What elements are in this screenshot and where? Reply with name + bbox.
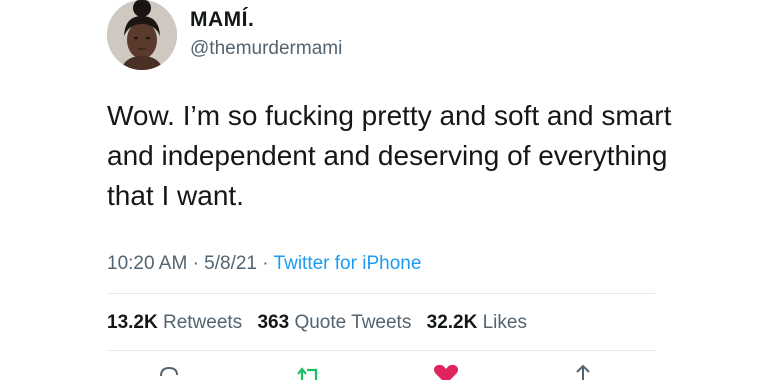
share-icon[interactable] <box>572 362 594 380</box>
retweets-stat[interactable]: 13.2K Retweets <box>107 312 242 333</box>
user-handle[interactable]: @themurdermami <box>190 38 342 60</box>
divider <box>107 350 655 351</box>
avatar[interactable] <box>107 0 177 70</box>
tweet-card: MAMÍ. @themurdermami Wow. I’m so fucking… <box>0 0 760 380</box>
tweet-source-link[interactable]: Twitter for iPhone <box>274 253 422 274</box>
reply-icon[interactable] <box>158 362 180 380</box>
tweet-meta: 10:20 AM · 5/8/21 · Twitter for iPhone <box>107 253 421 275</box>
retweet-icon[interactable] <box>294 362 324 380</box>
tweet-date[interactable]: 5/8/21 <box>204 253 257 274</box>
tweet-actions <box>0 362 760 380</box>
quote-tweets-stat[interactable]: 363 Quote Tweets <box>257 312 411 333</box>
retweets-label: Retweets <box>162 312 243 333</box>
meta-separator: · <box>192 253 199 274</box>
likes-label: Likes <box>482 312 527 333</box>
likes-count: 32.2K <box>426 312 478 333</box>
tweet-text: Wow. I’m so fucking pretty and soft and … <box>107 100 672 211</box>
avatar-image <box>107 0 177 70</box>
likes-stat[interactable]: 32.2K Likes <box>427 312 527 333</box>
meta-separator: · <box>262 253 269 274</box>
tweet-time[interactable]: 10:20 AM <box>107 253 187 274</box>
quote-tweets-label: Quote Tweets <box>294 312 412 333</box>
display-name[interactable]: MAMÍ. <box>190 8 254 32</box>
divider <box>107 293 655 294</box>
like-icon[interactable] <box>432 362 460 380</box>
tweet-stats: 13.2K Retweets 363 Quote Tweets 32.2K Li… <box>107 312 527 334</box>
quote-tweets-count: 363 <box>257 312 290 333</box>
retweets-count: 13.2K <box>107 312 158 333</box>
